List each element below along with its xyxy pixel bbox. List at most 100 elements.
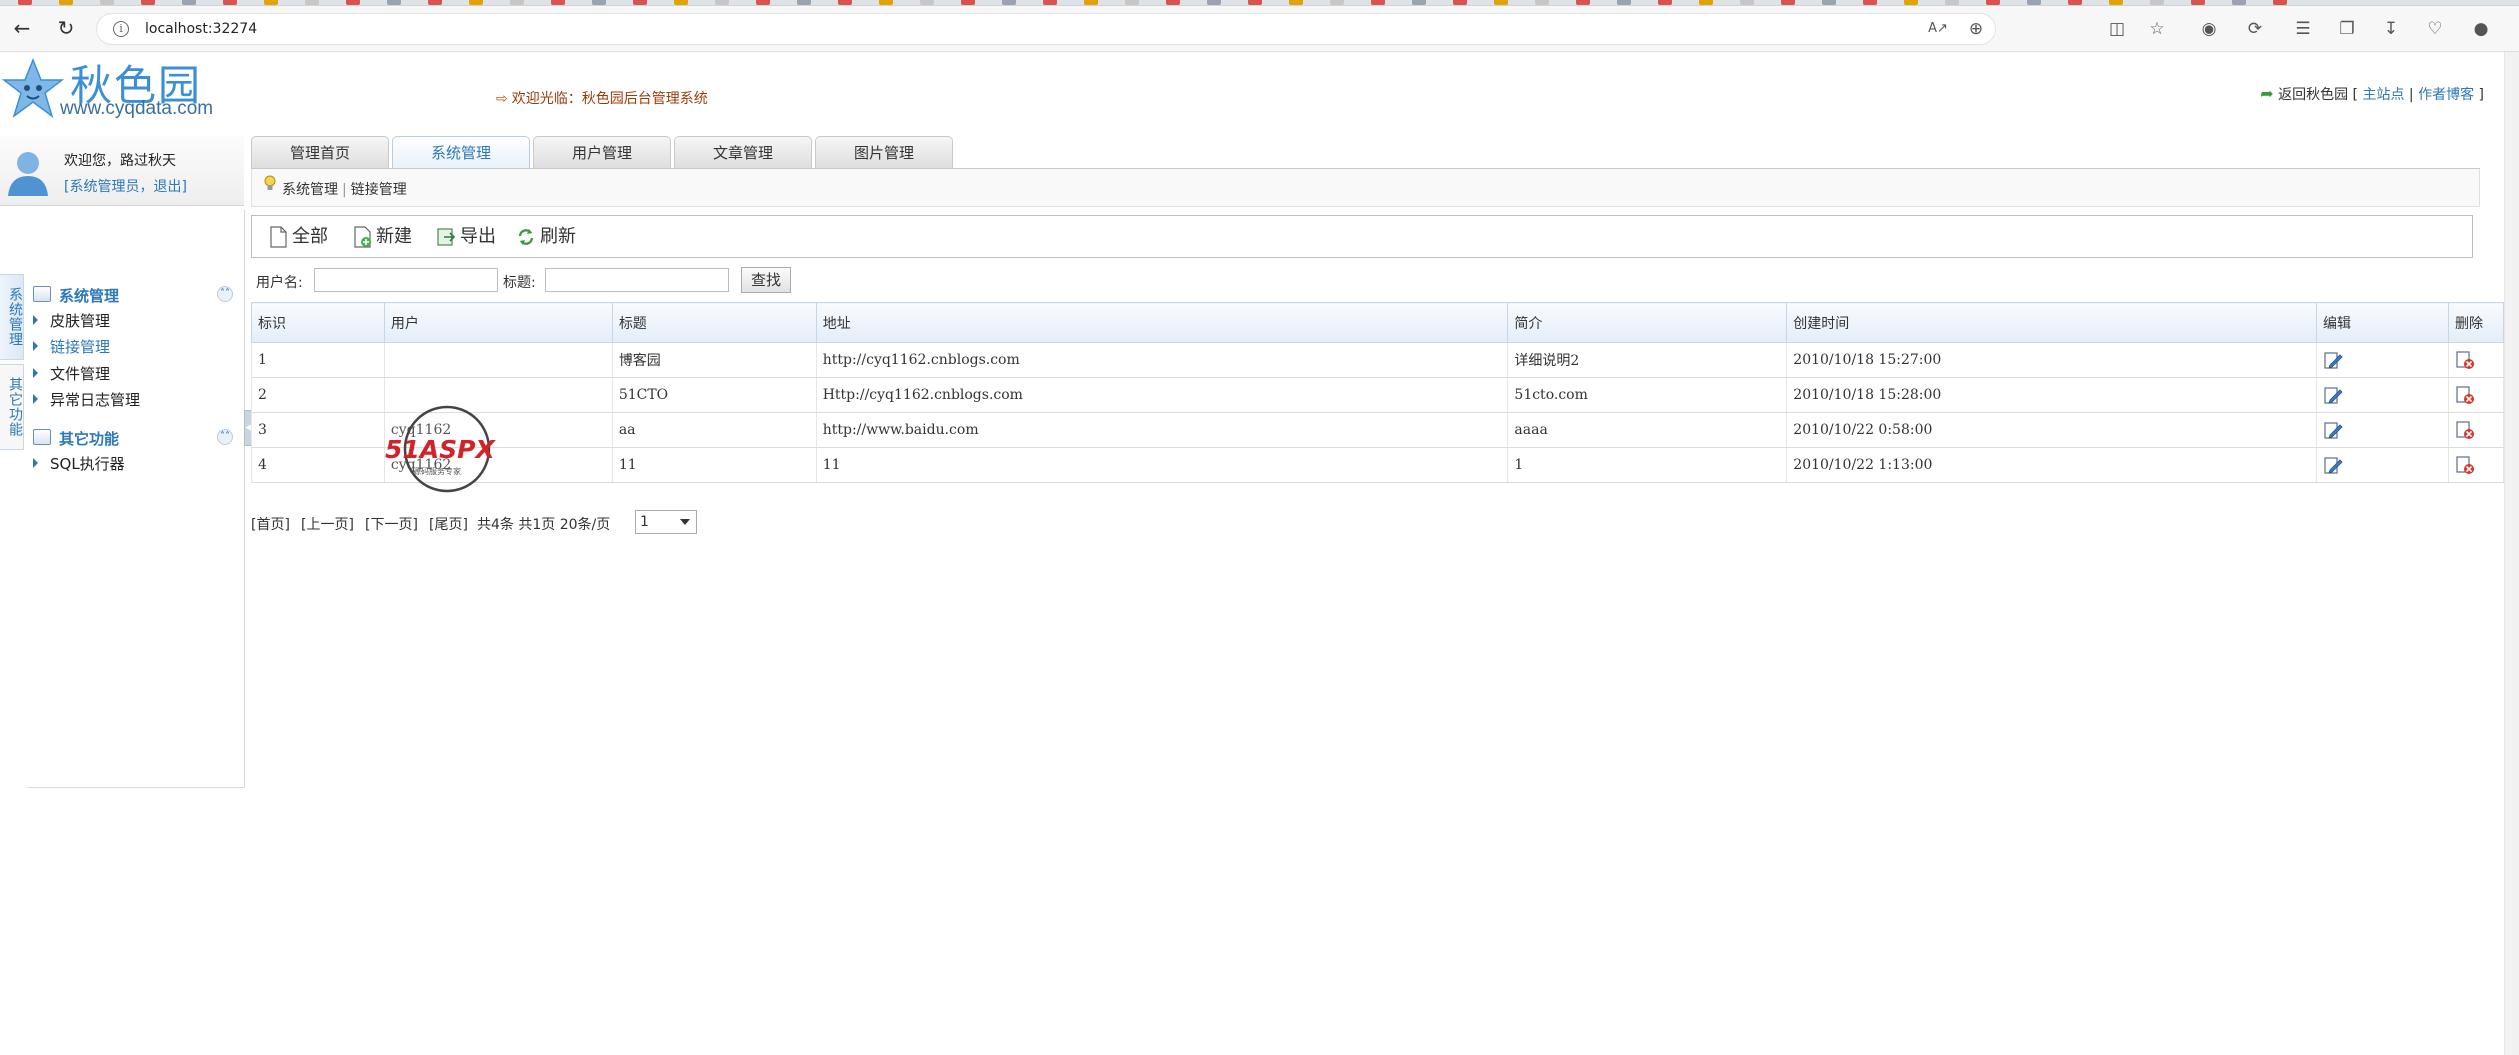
col-intro[interactable]: 简介 bbox=[1507, 302, 1788, 343]
page-scrollbar[interactable] bbox=[2504, 52, 2519, 1055]
browser-tab-favicon[interactable] bbox=[1904, 0, 1918, 5]
browser-tab-favicon[interactable] bbox=[141, 0, 155, 5]
browser-tab-favicon[interactable] bbox=[551, 0, 565, 5]
browser-tab-favicon[interactable] bbox=[2150, 0, 2164, 5]
delete-icon[interactable] bbox=[2455, 385, 2475, 405]
last-page-link[interactable]: [尾页] bbox=[429, 514, 468, 534]
browser-tab-favicon[interactable] bbox=[1535, 0, 1549, 5]
edit-icon[interactable] bbox=[2323, 420, 2343, 440]
zoom-icon[interactable]: ⊕ bbox=[1965, 18, 1987, 40]
browser-tab-favicon[interactable] bbox=[264, 0, 278, 5]
breadcrumb-item[interactable]: 链接管理 bbox=[351, 182, 407, 198]
collections-icon[interactable]: ❐ bbox=[2336, 18, 2358, 40]
browser-tab-favicon[interactable] bbox=[1248, 0, 1262, 5]
browser-tab-favicon[interactable] bbox=[961, 0, 975, 5]
edit-icon[interactable] bbox=[2323, 350, 2343, 370]
vtab-system[interactable]: 系统管理 bbox=[0, 274, 24, 360]
browser-tab-favicon[interactable] bbox=[838, 0, 852, 5]
browser-tab-favicon[interactable] bbox=[592, 0, 606, 5]
browser-tab-favicon[interactable] bbox=[2232, 0, 2246, 5]
delete-icon[interactable] bbox=[2455, 420, 2475, 440]
tab-articles[interactable]: 文章管理 bbox=[674, 136, 812, 168]
browser-tab-favicon[interactable] bbox=[387, 0, 401, 5]
username-input[interactable] bbox=[314, 268, 498, 292]
browser-tab-favicon[interactable] bbox=[1945, 0, 1959, 5]
search-button[interactable]: 查找 bbox=[741, 267, 791, 293]
browser-tab-favicon[interactable] bbox=[2273, 0, 2287, 5]
delete-icon[interactable] bbox=[2455, 350, 2475, 370]
browser-tab-favicon[interactable] bbox=[223, 0, 237, 5]
col-url[interactable]: 地址 bbox=[815, 302, 1509, 343]
delete-icon[interactable] bbox=[2455, 455, 2475, 475]
url-field[interactable]: i localhost:32274 A↗ ⊕ bbox=[96, 13, 1996, 45]
browser-tab-favicon[interactable] bbox=[715, 0, 729, 5]
breadcrumb-item[interactable]: 系统管理 bbox=[282, 182, 338, 198]
sync-icon[interactable]: ⟳ bbox=[2244, 18, 2266, 40]
logout-link[interactable]: 退出] bbox=[153, 179, 186, 195]
browser-tab-favicon[interactable] bbox=[1330, 0, 1344, 5]
author-blog-link[interactable]: 作者博客 bbox=[2418, 87, 2474, 103]
download-icon[interactable]: ↧ bbox=[2380, 18, 2402, 40]
heart-icon[interactable]: ♡ bbox=[2424, 18, 2446, 40]
browser-tab-favicon[interactable] bbox=[182, 0, 196, 5]
read-aloud-icon[interactable]: A↗ bbox=[1927, 18, 1949, 40]
browser-tab-favicon[interactable] bbox=[756, 0, 770, 5]
browser-tab-favicon[interactable] bbox=[2027, 0, 2041, 5]
browser-tab-favicon[interactable] bbox=[1863, 0, 1877, 5]
browser-tab-favicon[interactable] bbox=[100, 0, 114, 5]
vtab-other[interactable]: 其它功能 bbox=[0, 364, 24, 450]
browser-tab-favicon[interactable] bbox=[1494, 0, 1508, 5]
all-button[interactable]: 全部 bbox=[268, 223, 328, 251]
first-page-link[interactable]: [首页] bbox=[251, 514, 290, 534]
browser-tab-favicon[interactable] bbox=[1699, 0, 1713, 5]
browser-tab-favicon[interactable] bbox=[1617, 0, 1631, 5]
prev-page-link[interactable]: [上一页] bbox=[301, 514, 354, 534]
browser-tab-favicon[interactable] bbox=[428, 0, 442, 5]
tab-users[interactable]: 用户管理 bbox=[533, 136, 671, 168]
browser-tab-favicon[interactable] bbox=[1658, 0, 1672, 5]
profile-icon[interactable]: ● bbox=[2470, 18, 2492, 40]
col-user[interactable]: 用户 bbox=[383, 302, 613, 343]
edit-icon[interactable] bbox=[2323, 455, 2343, 475]
col-title[interactable]: 标题 bbox=[611, 302, 817, 343]
browser-tab-favicon[interactable] bbox=[2068, 0, 2082, 5]
browser-tab-favicon[interactable] bbox=[1781, 0, 1795, 5]
site-info-icon[interactable]: i bbox=[113, 21, 129, 37]
site-logo[interactable]: 秋色园 www.cyqdata.com bbox=[0, 52, 230, 132]
browser-tab-favicon[interactable] bbox=[510, 0, 524, 5]
tab-images[interactable]: 图片管理 bbox=[815, 136, 953, 168]
browser-tab-favicon[interactable] bbox=[1453, 0, 1467, 5]
browser-tab-favicon[interactable] bbox=[305, 0, 319, 5]
browser-tab-favicon[interactable] bbox=[346, 0, 360, 5]
next-page-link[interactable]: [下一页] bbox=[365, 514, 418, 534]
col-created[interactable]: 创建时间 bbox=[1786, 302, 2318, 343]
browser-tab-favicon[interactable] bbox=[1166, 0, 1180, 5]
menu-section-other[interactable]: 其它功能 ˄˄ bbox=[33, 427, 233, 449]
browser-tab-favicon[interactable] bbox=[1576, 0, 1590, 5]
browser-tab-favicon[interactable] bbox=[59, 0, 73, 5]
split-screen-icon[interactable]: ◫ bbox=[2106, 18, 2128, 40]
browser-tab-favicon[interactable] bbox=[633, 0, 647, 5]
new-button[interactable]: 新建 bbox=[352, 223, 412, 251]
browser-tab-favicon[interactable] bbox=[1002, 0, 1016, 5]
collapse-up-icon[interactable]: ˄˄ bbox=[217, 429, 233, 445]
browser-tab-favicon[interactable] bbox=[469, 0, 483, 5]
browser-tab-favicon[interactable] bbox=[1043, 0, 1057, 5]
export-button[interactable]: 导出 bbox=[436, 223, 496, 251]
browser-tab-favicon[interactable] bbox=[674, 0, 688, 5]
favorites-list-icon[interactable]: ☰ bbox=[2292, 18, 2314, 40]
menu-section-system[interactable]: 系统管理 ˄˄ bbox=[33, 284, 233, 306]
main-site-link[interactable]: 主站点 bbox=[2362, 87, 2404, 103]
browser-tab-favicon[interactable] bbox=[1986, 0, 2000, 5]
browser-tab-favicon[interactable] bbox=[2109, 0, 2123, 5]
browser-tab-favicon[interactable] bbox=[18, 0, 32, 5]
browser-tab-favicon[interactable] bbox=[920, 0, 934, 5]
title-input[interactable] bbox=[545, 268, 729, 292]
browser-tab-favicon[interactable] bbox=[2191, 0, 2205, 5]
refresh-button[interactable]: 刷新 bbox=[516, 223, 576, 251]
browser-tab-favicon[interactable] bbox=[1822, 0, 1836, 5]
favorite-star-icon[interactable]: ☆ bbox=[2146, 18, 2168, 40]
browser-tab-favicon[interactable] bbox=[1289, 0, 1303, 5]
browser-tab-favicon[interactable] bbox=[1371, 0, 1385, 5]
browser-tab-favicon[interactable] bbox=[797, 0, 811, 5]
